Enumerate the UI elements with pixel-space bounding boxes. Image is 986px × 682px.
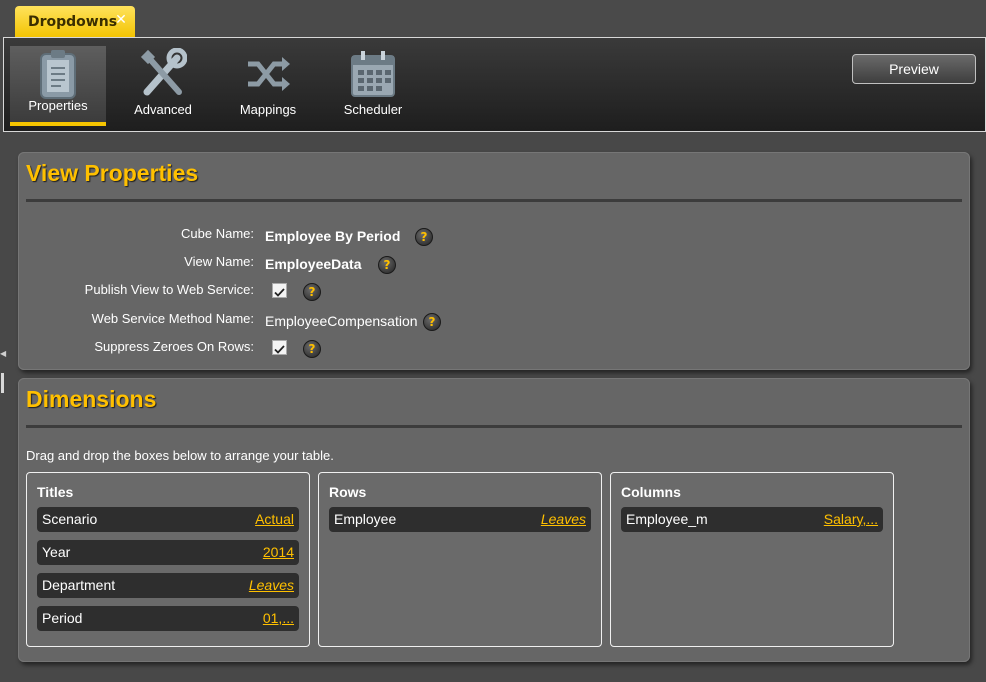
dimension-item[interactable]: Period 01,... [37,606,299,631]
suppress-zeroes-row: Suppress Zeroes On Rows: ? [18,339,618,359]
shuffle-arrows-icon [248,57,290,91]
web-service-method-row: Web Service Method Name: EmployeeCompens… [18,311,618,331]
toolbar-advanced-label: Advanced [134,102,192,117]
dimension-item[interactable]: Scenario Actual [37,507,299,532]
toolbar-properties-button[interactable]: Properties [10,46,106,126]
cube-name-label: Cube Name: [181,226,254,241]
dimension-name: Scenario [42,511,98,527]
help-icon[interactable]: ? [423,313,441,331]
view-properties-title: View Properties [26,160,199,186]
checkmark-icon [274,345,285,354]
suppress-zeroes-checkbox[interactable] [272,340,287,355]
tab-dropdowns[interactable]: Dropdowns ✕ [15,6,135,38]
clipboard-icon [40,50,76,99]
tab-strip: Dropdowns ✕ [0,0,986,38]
columns-box[interactable]: Columns Employee_m Salary,... [610,472,894,647]
dimension-value-link[interactable]: Actual [255,511,294,527]
publish-web-service-row: Publish View to Web Service: ? [18,282,618,302]
collapse-arrow-icon[interactable]: ◀ [0,349,6,358]
toolbar-scheduler-label: Scheduler [343,102,403,117]
titles-box-title: Titles [37,484,74,500]
web-service-method-label: Web Service Method Name: [91,311,254,326]
dimension-item[interactable]: Employee_m Salary,... [621,507,883,532]
toolbar-advanced-button[interactable]: Advanced [115,46,211,126]
rows-box[interactable]: Rows Employee Leaves [318,472,602,647]
toolbar-mappings-button[interactable]: Mappings [220,46,316,126]
help-icon[interactable]: ? [378,256,396,274]
dimension-name: Employee [334,511,397,527]
cube-name-value: Employee By Period [265,228,401,244]
web-service-method-value: EmployeeCompensation [265,313,418,329]
dimension-name: Period [42,610,83,626]
dimension-item[interactable]: Employee Leaves [329,507,591,532]
splitter-handle[interactable] [1,373,4,393]
dimensions-panel: Dimensions Drag and drop the boxes below… [18,378,970,662]
divider [26,425,962,428]
dimension-name: Year [42,544,71,560]
dimension-item[interactable]: Year 2014 [37,540,299,565]
toolbar: Properties Advanced Mappings Scheduler P… [3,37,986,132]
tab-label: Dropdowns [28,14,118,30]
view-name-row: View Name: EmployeeData ? [18,254,618,274]
calendar-icon [351,51,395,97]
help-icon[interactable]: ? [303,340,321,358]
rows-box-title: Rows [329,484,367,500]
columns-box-title: Columns [621,484,681,500]
dimension-value-link[interactable]: 2014 [263,544,294,560]
dimension-name: Department [42,577,116,593]
help-icon[interactable]: ? [415,228,433,246]
view-name-value: EmployeeData [265,256,362,272]
publish-web-service-checkbox[interactable] [272,283,287,298]
publish-web-service-label: Publish View to Web Service: [84,282,254,297]
dimension-item[interactable]: Department Leaves [37,573,299,598]
divider [26,199,962,202]
close-icon[interactable]: ✕ [113,12,129,28]
dimensions-hint: Drag and drop the boxes below to arrange… [26,448,334,463]
toolbar-properties-label: Properties [28,98,88,113]
dimension-value-link[interactable]: Leaves [249,577,294,593]
dimension-value-link[interactable]: Leaves [541,511,586,527]
wrench-screwdriver-icon [140,48,187,96]
dimension-value-link[interactable]: 01,... [263,610,294,626]
dimension-value-link[interactable]: Salary,... [824,511,878,527]
checkmark-icon [274,288,285,297]
preview-button[interactable]: Preview [852,54,976,84]
view-name-label: View Name: [184,254,254,269]
titles-box[interactable]: Titles Scenario Actual Year 2014 Departm… [26,472,310,647]
dimensions-title: Dimensions [26,386,157,412]
toolbar-scheduler-button[interactable]: Scheduler [325,46,421,126]
help-icon[interactable]: ? [303,283,321,301]
toolbar-mappings-label: Mappings [239,102,297,117]
suppress-zeroes-label: Suppress Zeroes On Rows: [94,339,254,354]
cube-name-row: Cube Name: Employee By Period ? [18,226,618,246]
view-properties-panel: View Properties Cube Name: Employee By P… [18,152,970,370]
dimension-name: Employee_m [626,511,708,527]
